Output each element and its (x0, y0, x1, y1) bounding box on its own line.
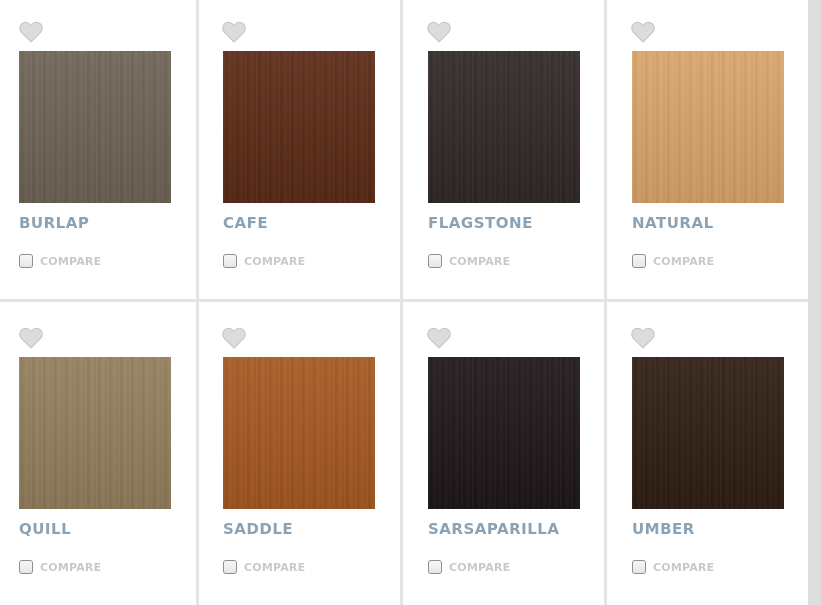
heart-icon[interactable] (19, 327, 43, 349)
swatch-burlap[interactable] (19, 51, 171, 203)
finish-name[interactable]: BURLAP (19, 214, 89, 232)
checkbox[interactable] (632, 560, 646, 574)
finish-name[interactable]: UMBER (632, 520, 695, 538)
swatch-saddle[interactable] (223, 357, 375, 509)
scrollbar[interactable] (808, 0, 821, 605)
finish-card-cafe: CAFE COMPARE (199, 0, 400, 299)
compare-label: COMPARE (40, 254, 102, 268)
swatch-umber[interactable] (632, 357, 784, 509)
checkbox[interactable] (223, 254, 237, 268)
finish-grid: BURLAP COMPARE CAFE COMPARE FLAGSTONE CO… (0, 0, 821, 605)
heart-icon[interactable] (427, 21, 451, 43)
heart-icon[interactable] (427, 327, 451, 349)
finish-name[interactable]: NATURAL (632, 214, 714, 232)
finish-name[interactable]: CAFE (223, 214, 268, 232)
compare-label: COMPARE (653, 560, 715, 574)
swatch-flagstone[interactable] (428, 51, 580, 203)
finish-card-quill: QUILL COMPARE (0, 302, 196, 605)
finish-card-natural: NATURAL COMPARE (607, 0, 808, 299)
finish-card-sarsaparilla: SARSAPARILLA COMPARE (403, 302, 604, 605)
checkbox[interactable] (428, 254, 442, 268)
compare-checkbox[interactable]: COMPARE (428, 559, 510, 575)
compare-checkbox[interactable]: COMPARE (223, 559, 305, 575)
finish-card-burlap: BURLAP COMPARE (0, 0, 196, 299)
checkbox[interactable] (428, 560, 442, 574)
compare-label: COMPARE (653, 254, 715, 268)
swatch-sarsaparilla[interactable] (428, 357, 580, 509)
compare-label: COMPARE (244, 254, 306, 268)
compare-label: COMPARE (40, 560, 102, 574)
swatch-quill[interactable] (19, 357, 171, 509)
compare-label: COMPARE (449, 560, 511, 574)
swatch-natural[interactable] (632, 51, 784, 203)
heart-icon[interactable] (222, 327, 246, 349)
compare-checkbox[interactable]: COMPARE (632, 253, 714, 269)
compare-checkbox[interactable]: COMPARE (19, 253, 101, 269)
checkbox[interactable] (19, 560, 33, 574)
finish-card-flagstone: FLAGSTONE COMPARE (403, 0, 604, 299)
heart-icon[interactable] (222, 21, 246, 43)
heart-icon[interactable] (19, 21, 43, 43)
heart-icon[interactable] (631, 21, 655, 43)
finish-name[interactable]: FLAGSTONE (428, 214, 533, 232)
finish-card-umber: UMBER COMPARE (607, 302, 808, 605)
finish-name[interactable]: SADDLE (223, 520, 293, 538)
compare-label: COMPARE (449, 254, 511, 268)
compare-label: COMPARE (244, 560, 306, 574)
compare-checkbox[interactable]: COMPARE (223, 253, 305, 269)
compare-checkbox[interactable]: COMPARE (19, 559, 101, 575)
finish-card-saddle: SADDLE COMPARE (199, 302, 400, 605)
compare-checkbox[interactable]: COMPARE (428, 253, 510, 269)
checkbox[interactable] (19, 254, 33, 268)
compare-checkbox[interactable]: COMPARE (632, 559, 714, 575)
finish-name[interactable]: SARSAPARILLA (428, 520, 559, 538)
finish-name[interactable]: QUILL (19, 520, 71, 538)
checkbox[interactable] (223, 560, 237, 574)
heart-icon[interactable] (631, 327, 655, 349)
swatch-cafe[interactable] (223, 51, 375, 203)
checkbox[interactable] (632, 254, 646, 268)
